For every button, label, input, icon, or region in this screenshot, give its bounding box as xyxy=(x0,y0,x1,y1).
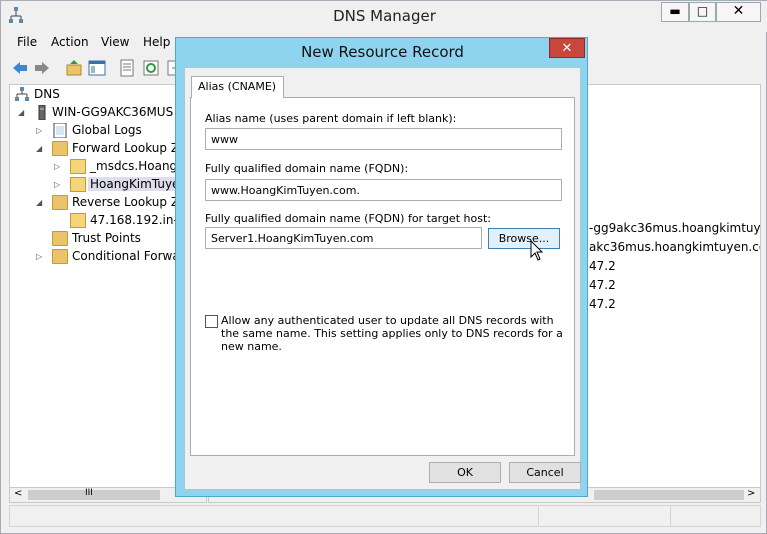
allow-update-checkbox[interactable] xyxy=(205,315,218,328)
collapsed-arrow-icon[interactable]: ▷ xyxy=(54,180,64,190)
cancel-button[interactable]: Cancel xyxy=(509,462,581,483)
scroll-left-arrow-icon[interactable]: < xyxy=(14,488,22,499)
dialog-close-button[interactable]: ✕ xyxy=(549,38,585,58)
target-host-input[interactable]: Server1.HoangKimTuyen.com xyxy=(205,227,482,249)
ok-button[interactable]: OK xyxy=(429,462,501,483)
tab-alias-cname[interactable]: Alias (CNAME) xyxy=(191,76,284,98)
server-icon xyxy=(38,105,46,120)
status-divider xyxy=(670,506,671,526)
up-folder-icon[interactable] xyxy=(65,59,83,77)
dialog-title: New Resource Record xyxy=(301,43,464,61)
properties-icon[interactable] xyxy=(118,59,136,77)
record-cell[interactable]: 47.2 xyxy=(589,297,616,311)
fqdn-label: Fully qualified domain name (FQDN): xyxy=(205,162,409,175)
new-resource-record-dialog: New Resource Record ✕ Alias (CNAME) Alia… xyxy=(175,37,588,497)
scroll-right-arrow-icon[interactable]: > xyxy=(747,488,755,499)
status-bar xyxy=(9,505,761,527)
tree-label-server: WIN-GG9AKC36MUS xyxy=(52,105,174,119)
dns-server-icon xyxy=(15,87,29,101)
tree-label-forward-zones: Forward Lookup Zo xyxy=(72,141,187,155)
minimize-button[interactable]: ▬ xyxy=(661,2,689,22)
title-bar: DNS Manager ▬ □ ✕ xyxy=(1,1,767,32)
record-cell[interactable]: 47.2 xyxy=(589,259,616,273)
folder-icon xyxy=(52,231,68,246)
record-cell[interactable]: akc36mus.hoangkimtuyen.com. xyxy=(589,240,760,254)
tree-label-trust-points: Trust Points xyxy=(72,231,141,245)
tree-label-msdcs: _msdcs.HoangKi xyxy=(90,159,189,173)
zone-icon xyxy=(70,177,86,192)
record-cell[interactable]: 47.2 xyxy=(589,278,616,292)
collapsed-arrow-icon[interactable]: ▷ xyxy=(36,126,46,136)
menu-file[interactable]: File xyxy=(17,35,37,49)
expanded-arrow-icon[interactable]: ◢ xyxy=(36,144,46,154)
expanded-arrow-icon[interactable]: ◢ xyxy=(36,198,46,208)
show-hide-tree-icon[interactable] xyxy=(88,59,106,77)
forward-arrow-icon[interactable] xyxy=(33,59,51,77)
status-divider xyxy=(538,506,539,526)
browse-button[interactable]: Browse... xyxy=(488,228,560,249)
refresh-icon[interactable] xyxy=(142,59,160,77)
zone-icon xyxy=(70,159,86,174)
tab-panel: Alias name (uses parent domain if left b… xyxy=(190,97,575,456)
tree-label-hoangkim: HoangKimTuyer xyxy=(88,177,187,191)
back-arrow-icon[interactable] xyxy=(11,59,29,77)
zone-icon xyxy=(70,213,86,228)
menu-help[interactable]: Help xyxy=(143,35,170,49)
expanded-arrow-icon[interactable]: ◢ xyxy=(18,108,28,118)
collapsed-arrow-icon[interactable]: ▷ xyxy=(36,252,46,262)
allow-update-text: Allow any authenticated user to update a… xyxy=(221,314,563,353)
folder-icon xyxy=(52,249,68,264)
fqdn-input[interactable]: www.HoangKimTuyen.com. xyxy=(205,179,562,201)
scroll-thumb[interactable] xyxy=(594,490,744,500)
scroll-grip-icon: III xyxy=(85,488,93,498)
window-title: DNS Manager xyxy=(333,7,436,25)
folder-icon xyxy=(52,195,68,210)
menu-view[interactable]: View xyxy=(101,35,129,49)
mouse-cursor-icon xyxy=(530,240,544,261)
target-host-label: Fully qualified domain name (FQDN) for t… xyxy=(205,212,491,225)
dialog-body: Alias (CNAME) Alias name (uses parent do… xyxy=(184,67,581,490)
close-button[interactable]: ✕ xyxy=(716,2,761,22)
folder-icon xyxy=(52,141,68,156)
alias-name-input[interactable]: www xyxy=(205,128,562,150)
scroll-thumb[interactable] xyxy=(28,490,160,500)
collapsed-arrow-icon[interactable]: ▷ xyxy=(54,162,64,172)
log-icon xyxy=(53,123,67,138)
tree-label-global-logs: Global Logs xyxy=(72,123,142,137)
record-cell[interactable]: -gg9akc36mus.hoangkimtuye... xyxy=(589,221,760,235)
menu-action[interactable]: Action xyxy=(51,35,89,49)
maximize-button[interactable]: □ xyxy=(689,2,716,22)
alias-name-label: Alias name (uses parent domain if left b… xyxy=(205,112,457,125)
tree-label-dns: DNS xyxy=(34,87,60,101)
tree-label-reverse-zones: Reverse Lookup Zor xyxy=(72,195,192,209)
